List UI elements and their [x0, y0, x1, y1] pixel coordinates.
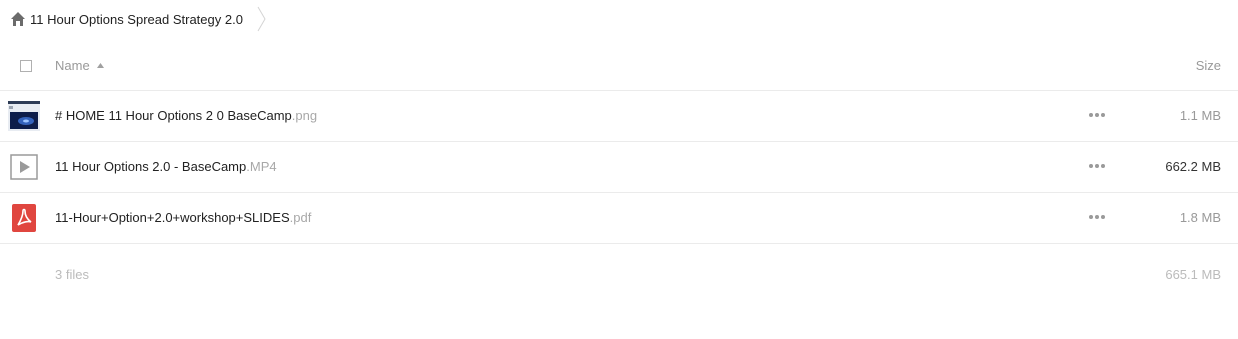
total-size: 665.1 MB [1165, 267, 1221, 282]
pdf-icon[interactable] [8, 203, 40, 233]
select-all-checkbox[interactable] [20, 60, 32, 72]
file-name[interactable]: 11-Hour+Option+2.0+workshop+SLIDES.pdf [55, 210, 311, 225]
file-base-name: 11-Hour+Option+2.0+workshop+SLIDES [55, 210, 290, 225]
home-icon[interactable] [10, 11, 26, 27]
size-column-header[interactable]: Size [1196, 58, 1221, 73]
file-row-mp4[interactable]: 11 Hour Options 2.0 - BaseCamp.MP4 662.2… [0, 142, 1238, 193]
file-extension: .pdf [289, 210, 312, 225]
more-options-icon[interactable] [1089, 113, 1105, 119]
file-base-name: 11 Hour Options 2.0 - BaseCamp [55, 159, 247, 174]
file-name[interactable]: # HOME 11 Hour Options 2 0 BaseCamp.png [55, 108, 317, 123]
file-list-header: Name Size [0, 40, 1238, 91]
video-play-icon[interactable] [8, 152, 40, 182]
file-extension: .MP4 [246, 159, 277, 174]
file-size: 662.2 MB [1165, 159, 1221, 174]
breadcrumb: 11 Hour Options Spread Strategy 2.0 [10, 6, 267, 32]
file-list-summary: 3 files 665.1 MB [0, 244, 1238, 304]
file-count: 3 files [55, 267, 89, 282]
image-thumbnail[interactable] [8, 101, 40, 131]
breadcrumb-separator-icon [257, 6, 267, 32]
sort-ascending-icon [96, 63, 104, 68]
file-name[interactable]: 11 Hour Options 2.0 - BaseCamp.MP4 [55, 159, 277, 174]
more-options-icon[interactable] [1089, 164, 1105, 170]
name-column-header[interactable]: Name [55, 58, 104, 73]
breadcrumb-current-folder[interactable]: 11 Hour Options Spread Strategy 2.0 [30, 12, 243, 27]
name-column-label: Name [55, 58, 90, 73]
file-row-pdf[interactable]: 11-Hour+Option+2.0+workshop+SLIDES.pdf 1… [0, 193, 1238, 244]
file-row-png[interactable]: # HOME 11 Hour Options 2 0 BaseCamp.png … [0, 91, 1238, 142]
file-size: 1.8 MB [1179, 210, 1221, 225]
more-options-icon[interactable] [1089, 215, 1105, 221]
file-extension: .png [291, 108, 318, 123]
file-base-name: # HOME 11 Hour Options 2 0 BaseCamp [55, 108, 292, 123]
file-size: 1.1 MB [1179, 108, 1221, 123]
